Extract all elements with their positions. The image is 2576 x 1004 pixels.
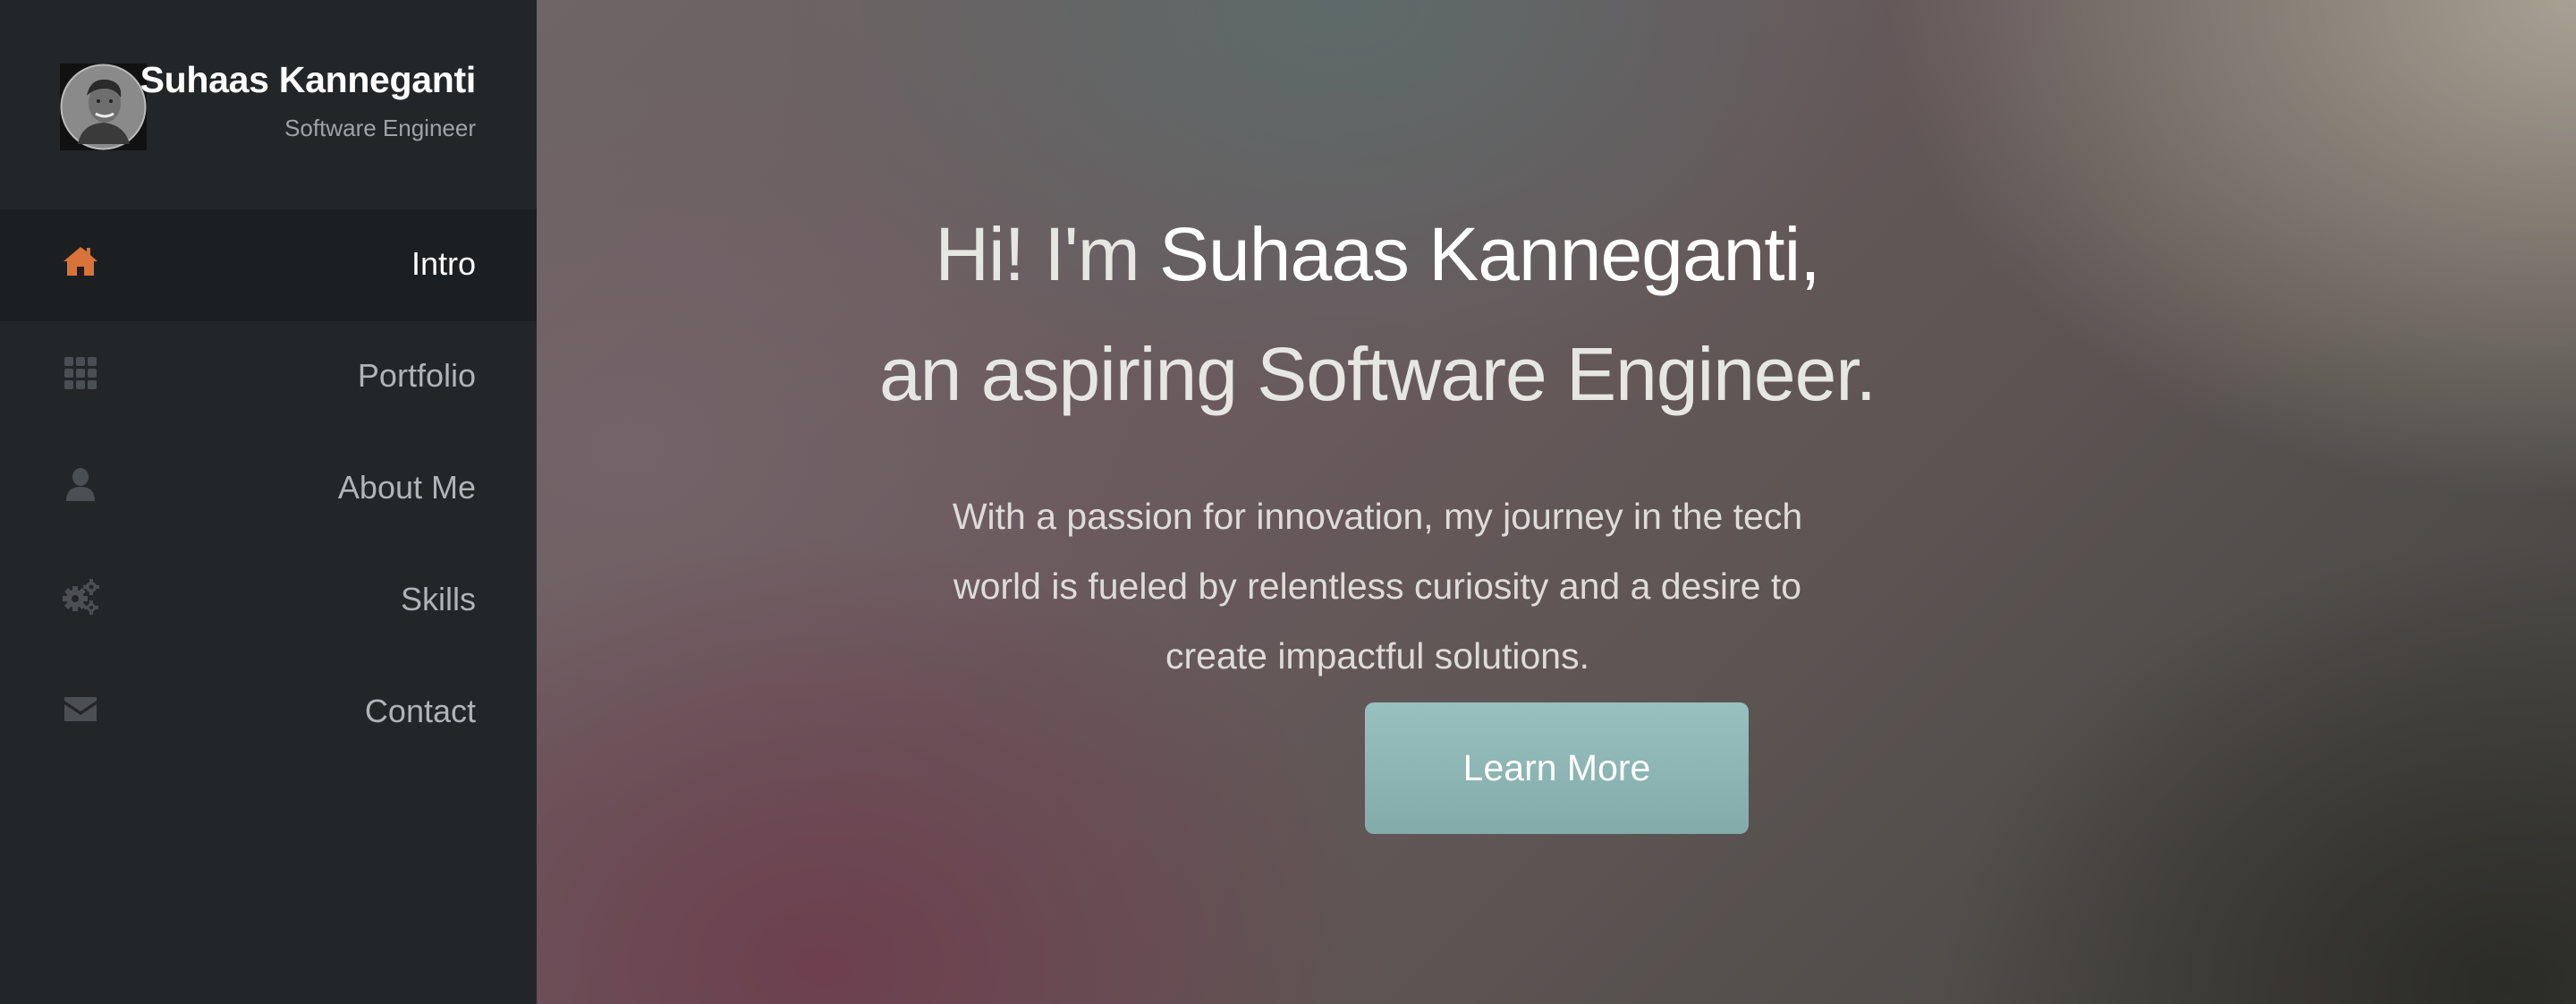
- sidebar-item-contact[interactable]: Contact: [0, 657, 537, 769]
- envelope-icon: [61, 689, 100, 728]
- sidebar-nav: Intro Portfolio About Me Skills Contact: [0, 209, 537, 769]
- sidebar-item-label: Skills: [400, 581, 476, 617]
- hero-name: Suhaas Kanneganti,: [1159, 212, 1821, 296]
- learn-more-button[interactable]: Learn More: [1365, 702, 1749, 834]
- sidebar-item-label: About Me: [337, 469, 476, 506]
- avatar: [60, 64, 147, 150]
- sidebar-item-portfolio[interactable]: Portfolio: [0, 321, 537, 433]
- sidebar-item-label: Contact: [364, 693, 476, 729]
- sidebar-item-skills[interactable]: Skills: [0, 545, 537, 657]
- grid-icon: [61, 353, 100, 393]
- sidebar: Suhaas Kanneganti Software Engineer Intr…: [0, 0, 537, 1004]
- hero-subtitle: an aspiring Software Engineer.: [878, 332, 1877, 416]
- user-icon: [61, 465, 100, 505]
- hero-section: Hi! I'm Suhaas Kanneganti, an aspiring S…: [537, 0, 2576, 1004]
- hero-tagline: With a passion for innovation, my journe…: [952, 496, 1803, 676]
- sidebar-item-label: Intro: [411, 245, 476, 282]
- profile-role: Software Engineer: [284, 115, 476, 141]
- hero-greeting: Hi! I'm: [935, 212, 1140, 296]
- sidebar-item-intro[interactable]: Intro: [0, 209, 537, 321]
- hero-headline: Hi! I'm Suhaas Kanneganti,: [537, 211, 2218, 298]
- sidebar-item-about-me[interactable]: About Me: [0, 433, 537, 545]
- gears-icon: [61, 577, 100, 617]
- profile-photo: [60, 64, 147, 150]
- profile-name: Suhaas Kanneganti: [140, 59, 477, 100]
- home-icon: [61, 242, 100, 281]
- hero-content: Hi! I'm Suhaas Kanneganti, an aspiring S…: [537, 0, 2576, 1004]
- sidebar-item-label: Portfolio: [357, 357, 476, 394]
- profile-header: Suhaas Kanneganti Software Engineer: [0, 0, 537, 209]
